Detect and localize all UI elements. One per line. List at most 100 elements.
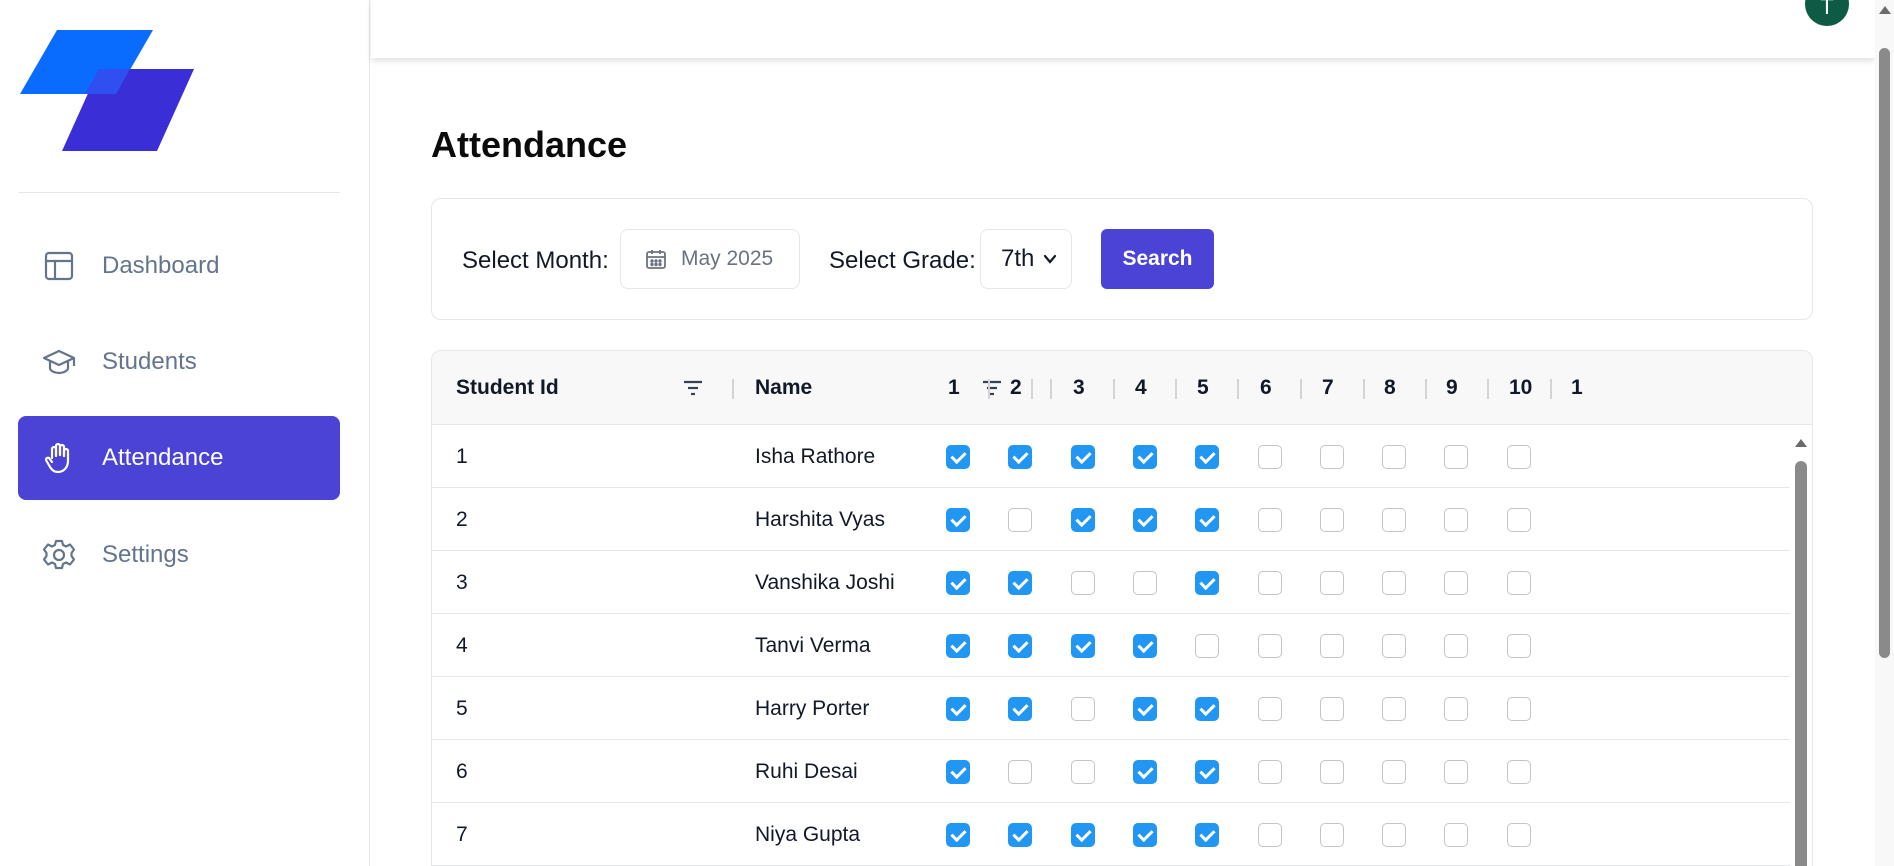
- attendance-checkbox[interactable]: [1071, 508, 1095, 532]
- attendance-checkbox[interactable]: [946, 571, 970, 595]
- column-header-day[interactable]: 8: [1384, 351, 1396, 425]
- attendance-checkbox[interactable]: [1444, 508, 1468, 532]
- attendance-checkbox[interactable]: [1507, 634, 1531, 658]
- attendance-checkbox[interactable]: [1195, 760, 1219, 784]
- attendance-checkbox[interactable]: [1008, 571, 1032, 595]
- attendance-checkbox[interactable]: [1507, 571, 1531, 595]
- column-header-day[interactable]: 3: [1073, 351, 1085, 425]
- column-separator[interactable]: [1300, 379, 1302, 399]
- attendance-checkbox[interactable]: [1258, 445, 1282, 469]
- brand-logo[interactable]: [20, 28, 196, 154]
- attendance-checkbox[interactable]: [1008, 445, 1032, 469]
- attendance-checkbox[interactable]: [1320, 571, 1344, 595]
- attendance-checkbox[interactable]: [1382, 823, 1406, 847]
- attendance-checkbox[interactable]: [1071, 445, 1095, 469]
- attendance-checkbox[interactable]: [1195, 823, 1219, 847]
- table-row[interactable]: 7 Niya Gupta: [432, 803, 1790, 866]
- attendance-checkbox[interactable]: [1195, 571, 1219, 595]
- attendance-checkbox[interactable]: [1320, 823, 1344, 847]
- table-scrollbar[interactable]: [1790, 425, 1812, 866]
- attendance-checkbox[interactable]: [1133, 571, 1157, 595]
- attendance-checkbox[interactable]: [1258, 697, 1282, 721]
- table-row[interactable]: 1 Isha Rathore: [432, 425, 1790, 488]
- column-header-day[interactable]: 1: [1571, 351, 1583, 425]
- attendance-checkbox[interactable]: [1382, 760, 1406, 784]
- grade-select[interactable]: 7th: [980, 229, 1072, 289]
- column-header-day[interactable]: 7: [1322, 351, 1334, 425]
- attendance-checkbox[interactable]: [1382, 697, 1406, 721]
- attendance-checkbox[interactable]: [946, 760, 970, 784]
- attendance-checkbox[interactable]: [1008, 823, 1032, 847]
- attendance-checkbox[interactable]: [1195, 508, 1219, 532]
- attendance-checkbox[interactable]: [1382, 634, 1406, 658]
- attendance-checkbox[interactable]: [1320, 697, 1344, 721]
- attendance-checkbox[interactable]: [946, 697, 970, 721]
- attendance-checkbox[interactable]: [1444, 571, 1468, 595]
- attendance-checkbox[interactable]: [1382, 445, 1406, 469]
- table-row[interactable]: 2 Harshita Vyas: [432, 488, 1790, 551]
- sidebar-item-attendance[interactable]: Attendance: [18, 416, 340, 500]
- column-separator[interactable]: [1050, 379, 1052, 399]
- month-picker[interactable]: May 2025: [620, 229, 800, 289]
- column-separator[interactable]: [1550, 379, 1552, 399]
- attendance-checkbox[interactable]: [1133, 697, 1157, 721]
- attendance-checkbox[interactable]: [1195, 445, 1219, 469]
- column-separator[interactable]: [1175, 379, 1177, 399]
- filter-icon[interactable]: [981, 378, 1003, 398]
- attendance-checkbox[interactable]: [1320, 634, 1344, 658]
- column-separator[interactable]: [1487, 379, 1489, 399]
- attendance-checkbox[interactable]: [1133, 760, 1157, 784]
- attendance-checkbox[interactable]: [1071, 760, 1095, 784]
- table-row[interactable]: 6 Ruhi Desai: [432, 740, 1790, 803]
- column-header-day[interactable]: 10: [1509, 351, 1532, 425]
- attendance-checkbox[interactable]: [1507, 823, 1531, 847]
- scrollbar-thumb[interactable]: [1795, 461, 1807, 866]
- sidebar-item-students[interactable]: Students: [18, 320, 340, 404]
- attendance-checkbox[interactable]: [1195, 634, 1219, 658]
- column-header-name[interactable]: Name: [755, 351, 812, 425]
- attendance-checkbox[interactable]: [1320, 760, 1344, 784]
- attendance-checkbox[interactable]: [1382, 571, 1406, 595]
- attendance-checkbox[interactable]: [1444, 823, 1468, 847]
- attendance-checkbox[interactable]: [1071, 634, 1095, 658]
- attendance-checkbox[interactable]: [1507, 697, 1531, 721]
- attendance-checkbox[interactable]: [1444, 445, 1468, 469]
- attendance-checkbox[interactable]: [1008, 634, 1032, 658]
- attendance-checkbox[interactable]: [1133, 634, 1157, 658]
- column-separator[interactable]: [1237, 379, 1239, 399]
- attendance-checkbox[interactable]: [1133, 445, 1157, 469]
- attendance-checkbox[interactable]: [1507, 445, 1531, 469]
- column-separator[interactable]: [1425, 379, 1427, 399]
- column-header-day[interactable]: 4: [1135, 351, 1147, 425]
- attendance-checkbox[interactable]: [946, 445, 970, 469]
- column-header-day[interactable]: 1: [948, 351, 960, 425]
- table-row[interactable]: 3 Vanshika Joshi: [432, 551, 1790, 614]
- attendance-checkbox[interactable]: [1444, 760, 1468, 784]
- attendance-checkbox[interactable]: [1444, 697, 1468, 721]
- sidebar-item-settings[interactable]: Settings: [18, 513, 340, 597]
- attendance-checkbox[interactable]: [1444, 634, 1468, 658]
- column-separator[interactable]: [1031, 379, 1033, 399]
- attendance-checkbox[interactable]: [1008, 508, 1032, 532]
- attendance-checkbox[interactable]: [1071, 697, 1095, 721]
- attendance-checkbox[interactable]: [1258, 571, 1282, 595]
- attendance-checkbox[interactable]: [946, 823, 970, 847]
- attendance-checkbox[interactable]: [1507, 760, 1531, 784]
- attendance-checkbox[interactable]: [1195, 697, 1219, 721]
- column-separator[interactable]: [732, 379, 734, 399]
- page-scrollbar[interactable]: [1875, 0, 1894, 866]
- column-header-day[interactable]: 6: [1260, 351, 1272, 425]
- search-button[interactable]: Search: [1101, 229, 1214, 289]
- attendance-checkbox[interactable]: [946, 508, 970, 532]
- attendance-checkbox[interactable]: [1258, 634, 1282, 658]
- column-separator[interactable]: [1113, 379, 1115, 399]
- scrollbar-thumb[interactable]: [1879, 48, 1890, 658]
- attendance-checkbox[interactable]: [1258, 823, 1282, 847]
- attendance-checkbox[interactable]: [1258, 760, 1282, 784]
- attendance-checkbox[interactable]: [1133, 823, 1157, 847]
- attendance-checkbox[interactable]: [1320, 445, 1344, 469]
- scroll-up-arrow-icon[interactable]: [1795, 439, 1807, 447]
- attendance-checkbox[interactable]: [1071, 571, 1095, 595]
- attendance-checkbox[interactable]: [1507, 508, 1531, 532]
- attendance-checkbox[interactable]: [1382, 508, 1406, 532]
